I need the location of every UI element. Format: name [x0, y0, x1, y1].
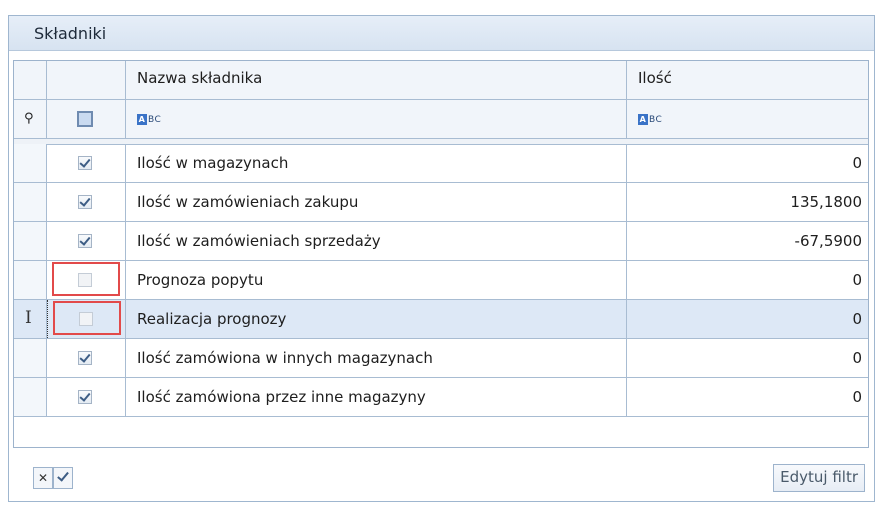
- component-qty: 0: [852, 154, 862, 172]
- clear-filter-icon[interactable]: ✕: [33, 467, 53, 489]
- filter-enabled-checkbox[interactable]: [53, 467, 73, 489]
- qty-filter-cell[interactable]: A BC: [627, 100, 868, 138]
- row-checkbox[interactable]: [78, 156, 92, 170]
- table-row[interactable]: Ilość zamówiona przez inne magazyny 0: [14, 378, 868, 417]
- table-row-selected[interactable]: I Realizacja prognozy 0: [14, 300, 868, 339]
- pin-icon[interactable]: ⚲: [24, 111, 34, 126]
- column-header-name[interactable]: Nazwa składnika: [126, 61, 627, 99]
- component-name: Ilość zamówiona w innych magazynach: [137, 349, 433, 367]
- row-checkbox[interactable]: [78, 234, 92, 248]
- component-qty: 0: [852, 310, 862, 328]
- row-checkbox[interactable]: [78, 273, 92, 287]
- component-qty: 0: [852, 349, 862, 367]
- skladniki-panel: Składniki Nazwa składnika Ilość ⚲ A BC AB…: [8, 15, 875, 502]
- name-filter-cell[interactable]: A BC: [126, 100, 627, 138]
- edit-filter-button[interactable]: Edytuj filtr: [773, 464, 865, 492]
- component-qty: 0: [852, 388, 862, 406]
- components-grid: Nazwa składnika Ilość ⚲ A BC A BC Ilość w …: [13, 60, 869, 448]
- component-qty: -67,5900: [794, 232, 862, 250]
- panel-header: Składniki: [9, 16, 874, 51]
- panel-title: Składniki: [34, 24, 107, 43]
- abc-filter-icon: A BC: [638, 114, 663, 125]
- abc-filter-icon: A BC: [137, 114, 162, 125]
- table-row[interactable]: Ilość w magazynach 0: [14, 144, 868, 183]
- table-row[interactable]: Ilość w zamówieniach sprzedaży -67,5900: [14, 222, 868, 261]
- grid-footer: ✕ Edytuj filtr: [13, 460, 869, 496]
- column-header-qty[interactable]: Ilość: [627, 61, 868, 99]
- component-name: Prognoza popytu: [137, 271, 264, 289]
- component-name: Ilość w zamówieniach sprzedaży: [137, 232, 381, 250]
- component-name: Ilość w zamówieniach zakupu: [137, 193, 359, 211]
- grid-filter-row: ⚲ A BC A BC: [14, 100, 868, 139]
- row-checkbox[interactable]: [79, 312, 93, 326]
- component-qty: 135,1800: [790, 193, 862, 211]
- component-name: Ilość w magazynach: [137, 154, 289, 172]
- filter-checkbox[interactable]: [77, 111, 93, 127]
- table-row[interactable]: Ilość w zamówieniach zakupu 135,1800: [14, 183, 868, 222]
- row-checkbox[interactable]: [78, 195, 92, 209]
- row-checkbox[interactable]: [78, 351, 92, 365]
- component-qty: 0: [852, 271, 862, 289]
- text-cursor-icon: I: [25, 308, 32, 328]
- row-checkbox[interactable]: [78, 390, 92, 404]
- component-name: Realizacja prognozy: [137, 310, 287, 328]
- grid-header-row: Nazwa składnika Ilość: [14, 61, 868, 100]
- table-row[interactable]: Prognoza popytu 0: [14, 261, 868, 300]
- component-name: Ilość zamówiona przez inne magazyny: [137, 388, 426, 406]
- table-row[interactable]: Ilość zamówiona w innych magazynach 0: [14, 339, 868, 378]
